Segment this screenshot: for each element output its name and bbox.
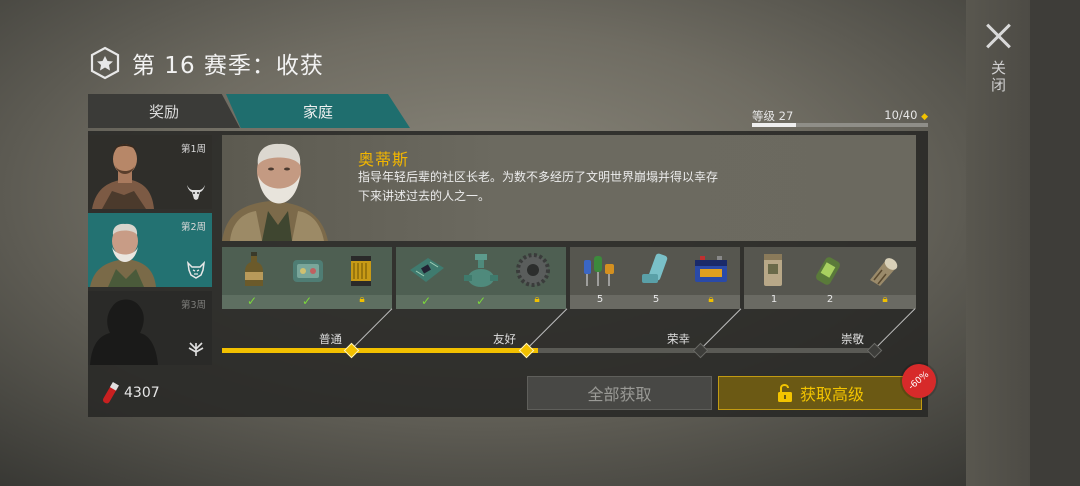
week-tab-1[interactable]: 第1周 <box>88 135 212 209</box>
circuit-board-icon[interactable] <box>408 250 446 290</box>
tier-name-4: 崇敬 <box>841 332 864 346</box>
inhaler-icon[interactable] <box>636 250 674 290</box>
season-badge-icon <box>90 46 120 80</box>
character-portrait <box>222 143 328 241</box>
flashlight-icon[interactable] <box>864 250 902 290</box>
claimed-check: ✓ <box>301 294 313 308</box>
page-header: 第 16 赛季：收获 <box>88 44 324 82</box>
week-label: 第2周 <box>180 222 206 233</box>
level-progress-fill <box>752 123 796 127</box>
unlock-icon <box>777 384 792 402</box>
tier-name-2: 友好 <box>493 332 516 346</box>
level-progress-bar <box>752 123 928 127</box>
battery-icon[interactable] <box>692 250 730 290</box>
electronic-parts-icon[interactable] <box>580 250 618 290</box>
tier-name-1: 普通 <box>319 332 342 346</box>
get-premium-button[interactable]: 获取高级 <box>718 376 922 410</box>
claimed-check: ✓ <box>420 294 432 308</box>
week-tab-3[interactable]: 第3周 <box>88 291 212 365</box>
item-quantity: 1 <box>770 294 778 305</box>
item-quantity: 2 <box>826 294 834 305</box>
currency-amount: 4307 <box>124 385 160 401</box>
bottle-icon[interactable] <box>235 250 273 290</box>
claimed-check: ✓ <box>246 294 258 308</box>
wolf-emblem-icon <box>186 261 206 279</box>
get-premium-label: 获取高级 <box>799 385 864 404</box>
week-tab-2[interactable]: 第2周 <box>88 213 212 287</box>
vial-icon <box>103 381 119 404</box>
claimed-check: ✓ <box>475 294 487 308</box>
leaf-emblem-icon <box>188 342 204 356</box>
side-margin <box>1030 0 1080 486</box>
week-label: 第1周 <box>180 144 206 155</box>
sewing-kit-icon[interactable] <box>289 250 327 290</box>
close-icon[interactable] <box>985 22 1013 50</box>
bull-skull-icon <box>187 185 205 200</box>
close-label[interactable]: 关闭 <box>989 60 1009 94</box>
lock-icon: 🔒︎ <box>708 294 714 305</box>
ration-pack-icon[interactable] <box>754 250 792 290</box>
oil-filter-icon[interactable] <box>342 250 380 290</box>
claim-all-button[interactable]: 全部获取 <box>527 376 712 410</box>
tab-family[interactable]: 家庭 <box>226 94 410 128</box>
item-quantity: 5 <box>652 294 660 305</box>
diamond-icon: ◆ <box>921 112 928 122</box>
character-name: 奥蒂斯 <box>358 150 410 169</box>
valve-icon[interactable] <box>462 250 500 290</box>
affection-progress-fill <box>222 348 538 353</box>
week-label: 第3周 <box>180 300 206 311</box>
page-title: 第 16 赛季：收获 <box>132 53 324 79</box>
lock-icon: 🔒︎ <box>534 294 540 305</box>
character-description: 指导年轻后辈的社区长老。为数不多经历了文明世界崩塌并得以幸存下来讲述过去的人之一… <box>358 170 719 203</box>
canteen-icon[interactable] <box>810 250 848 290</box>
lock-icon: 🔒︎ <box>882 294 888 305</box>
lock-icon: 🔒︎ <box>359 294 365 305</box>
tab-rewards[interactable]: 奖励 <box>88 94 240 128</box>
level-count: 10/40 ◆ <box>884 108 928 122</box>
level-label: 等级 27 <box>752 109 794 123</box>
tier-name-3: 荣幸 <box>667 332 690 346</box>
item-quantity: 5 <box>596 294 604 305</box>
gear-icon[interactable] <box>514 250 552 290</box>
